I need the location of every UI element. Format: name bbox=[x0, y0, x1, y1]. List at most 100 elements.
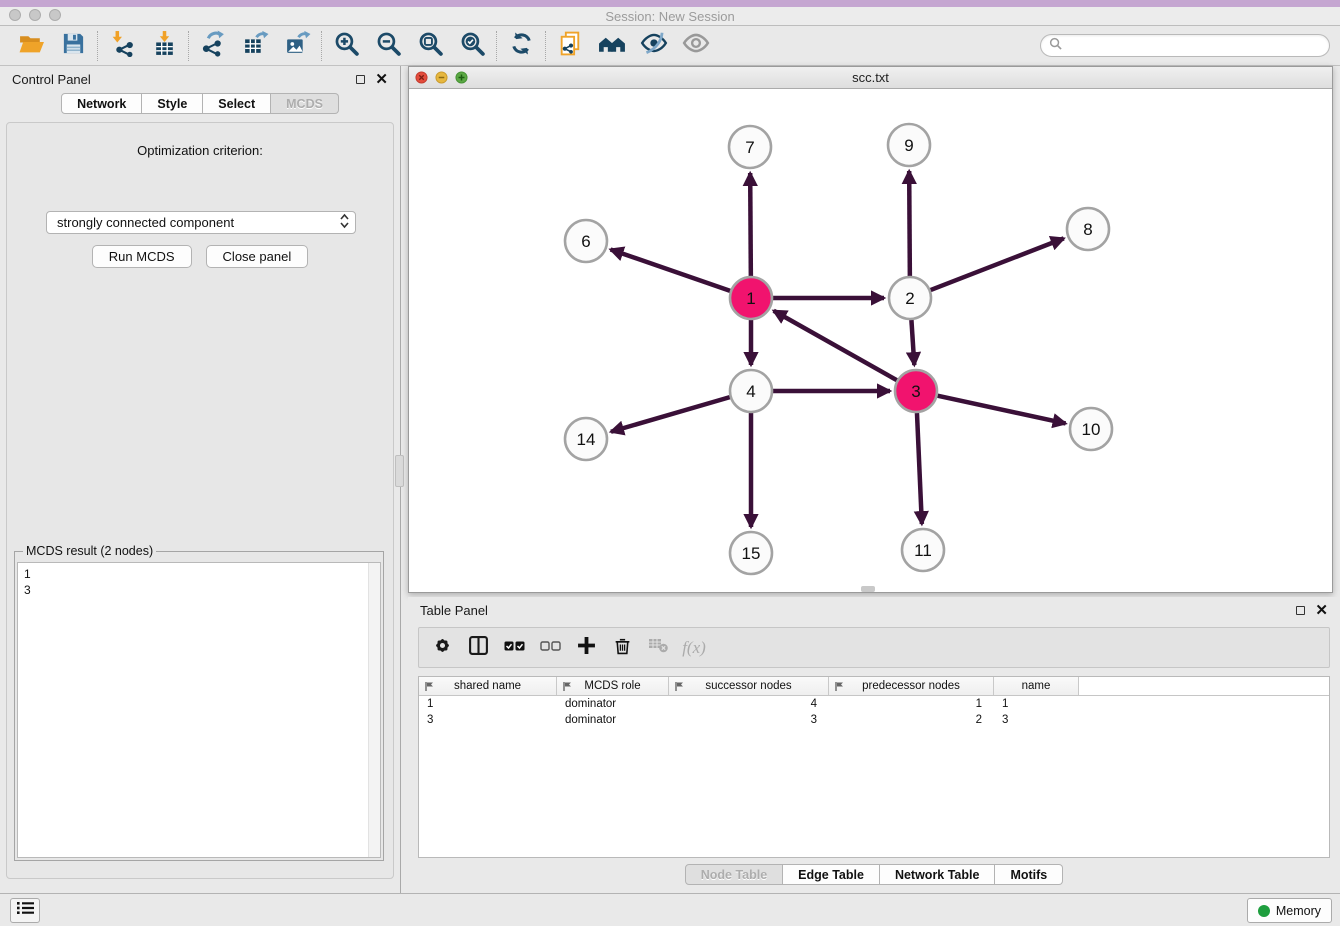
table-row[interactable]: 3dominator323 bbox=[419, 712, 1329, 728]
graph-edge-3-10[interactable] bbox=[937, 396, 1065, 424]
column-header-MCDS-role[interactable]: MCDS role bbox=[557, 677, 669, 695]
column-header-predecessor-nodes[interactable]: predecessor nodes bbox=[829, 677, 994, 695]
select-all-button[interactable] bbox=[499, 633, 529, 663]
function-builder-button[interactable]: f(x) bbox=[679, 633, 709, 663]
select-stepper-icon bbox=[340, 213, 349, 232]
graph-node-label-6: 6 bbox=[581, 232, 590, 251]
import-table-icon bbox=[151, 30, 178, 62]
zoom-selected-button[interactable] bbox=[451, 29, 493, 63]
table-cell[interactable]: dominator bbox=[557, 698, 669, 710]
graph-edge-3-1[interactable] bbox=[774, 311, 897, 380]
export-network-button[interactable] bbox=[192, 29, 234, 63]
tab-motifs[interactable]: Motifs bbox=[995, 864, 1063, 885]
graph-node-label-10: 10 bbox=[1082, 420, 1101, 439]
graph-edge-2-8[interactable] bbox=[931, 238, 1064, 290]
refresh-layout-button[interactable] bbox=[500, 29, 542, 63]
search-input[interactable] bbox=[1067, 37, 1321, 55]
task-history-button[interactable] bbox=[10, 898, 40, 923]
table-header-row: shared nameMCDS rolesuccessor nodesprede… bbox=[419, 677, 1329, 696]
result-scrollbar[interactable] bbox=[368, 563, 380, 857]
table-row[interactable]: 1dominator411 bbox=[419, 696, 1329, 712]
mcds-result-area[interactable]: 1 3 bbox=[17, 562, 381, 858]
table-cell[interactable]: dominator bbox=[557, 714, 669, 726]
minimize-view-icon[interactable] bbox=[435, 71, 448, 87]
zoom-window-icon[interactable] bbox=[49, 9, 61, 21]
optimization-criterion-label: Optimization criterion: bbox=[7, 143, 393, 158]
export-image-icon bbox=[284, 30, 311, 62]
zoom-out-icon bbox=[375, 30, 402, 62]
close-panel-icon[interactable]: ✕ bbox=[375, 72, 388, 87]
table-panel: Table Panel ✕ bbox=[408, 597, 1340, 893]
tab-mcds[interactable]: MCDS bbox=[271, 93, 339, 114]
export-table-button[interactable] bbox=[234, 29, 276, 63]
import-table-button[interactable] bbox=[143, 29, 185, 63]
table-cell[interactable]: 3 bbox=[419, 714, 557, 726]
add-row-button[interactable] bbox=[571, 633, 601, 663]
column-header-successor-nodes[interactable]: successor nodes bbox=[669, 677, 829, 695]
memory-button[interactable]: Memory bbox=[1247, 898, 1332, 923]
toolbar-separator bbox=[321, 31, 322, 61]
close-view-icon[interactable] bbox=[415, 71, 428, 87]
tab-network-table[interactable]: Network Table bbox=[880, 864, 996, 885]
maximize-view-icon[interactable] bbox=[455, 71, 468, 87]
tab-network[interactable]: Network bbox=[61, 93, 142, 114]
graph-edge-2-9[interactable] bbox=[909, 171, 910, 276]
graph-node-label-11: 11 bbox=[914, 541, 932, 560]
close-table-panel-icon[interactable]: ✕ bbox=[1315, 603, 1328, 618]
graph-edge-1-6[interactable] bbox=[611, 249, 731, 290]
table-cell[interactable]: 1 bbox=[994, 698, 1079, 710]
column-header-name[interactable]: name bbox=[994, 677, 1079, 695]
minimize-window-icon[interactable] bbox=[29, 9, 41, 21]
optimization-criterion-select[interactable]: strongly connected component bbox=[46, 211, 356, 234]
home-button[interactable] bbox=[591, 29, 633, 63]
graph-edge-2-3[interactable] bbox=[911, 320, 914, 365]
float-panel-icon[interactable] bbox=[356, 75, 365, 84]
table-cell[interactable]: 3 bbox=[994, 714, 1079, 726]
run-mcds-button[interactable]: Run MCDS bbox=[92, 245, 192, 268]
graph-edge-4-14[interactable] bbox=[611, 397, 730, 432]
home-icon bbox=[598, 29, 627, 63]
zoom-out-button[interactable] bbox=[367, 29, 409, 63]
clone-network-button[interactable] bbox=[549, 29, 591, 63]
table-cell[interactable]: 2 bbox=[829, 714, 994, 726]
search-field[interactable] bbox=[1040, 34, 1330, 57]
graph-edge-3-11[interactable] bbox=[917, 413, 922, 524]
close-panel-button[interactable]: Close panel bbox=[206, 245, 309, 268]
deselect-all-button[interactable] bbox=[535, 633, 565, 663]
plus-icon bbox=[577, 636, 596, 660]
tab-node-table[interactable]: Node Table bbox=[685, 864, 783, 885]
table-settings-button[interactable] bbox=[427, 633, 457, 663]
column-header-shared-name[interactable]: shared name bbox=[419, 677, 557, 695]
graph-node-label-9: 9 bbox=[904, 136, 913, 155]
table-cell[interactable]: 4 bbox=[669, 698, 829, 710]
graph-edges[interactable] bbox=[611, 171, 1066, 527]
delete-table-icon bbox=[648, 637, 669, 658]
zoom-fit-button[interactable] bbox=[409, 29, 451, 63]
traffic-lights[interactable] bbox=[9, 9, 61, 21]
table-cell[interactable]: 1 bbox=[829, 698, 994, 710]
tab-style[interactable]: Style bbox=[142, 93, 203, 114]
toggle-visibility-button[interactable] bbox=[633, 29, 675, 63]
show-columns-button[interactable] bbox=[463, 633, 493, 663]
open-session-button[interactable] bbox=[10, 29, 52, 63]
delete-row-button[interactable] bbox=[607, 633, 637, 663]
close-window-icon[interactable] bbox=[9, 9, 21, 21]
table-cell[interactable]: 3 bbox=[669, 714, 829, 726]
node-table[interactable]: shared nameMCDS rolesuccessor nodesprede… bbox=[418, 676, 1330, 858]
export-image-button[interactable] bbox=[276, 29, 318, 63]
import-network-button[interactable] bbox=[101, 29, 143, 63]
zoom-fit-icon bbox=[417, 30, 444, 62]
float-table-panel-icon[interactable] bbox=[1296, 606, 1305, 615]
delete-table-button[interactable] bbox=[643, 633, 673, 663]
save-session-button[interactable] bbox=[52, 29, 94, 63]
table-cell[interactable]: 1 bbox=[419, 698, 557, 710]
tab-edge-table[interactable]: Edge Table bbox=[783, 864, 880, 885]
tab-select[interactable]: Select bbox=[203, 93, 271, 114]
save-disk-icon bbox=[61, 31, 86, 61]
graph-edge-1-7[interactable] bbox=[750, 173, 751, 276]
network-canvas[interactable]: 7968124314101511 bbox=[409, 89, 1332, 592]
show-all-button[interactable] bbox=[675, 29, 717, 63]
canvas-scrollbar-thumb[interactable] bbox=[861, 586, 875, 592]
network-window-titlebar[interactable]: scc.txt bbox=[409, 67, 1332, 89]
zoom-in-button[interactable] bbox=[325, 29, 367, 63]
